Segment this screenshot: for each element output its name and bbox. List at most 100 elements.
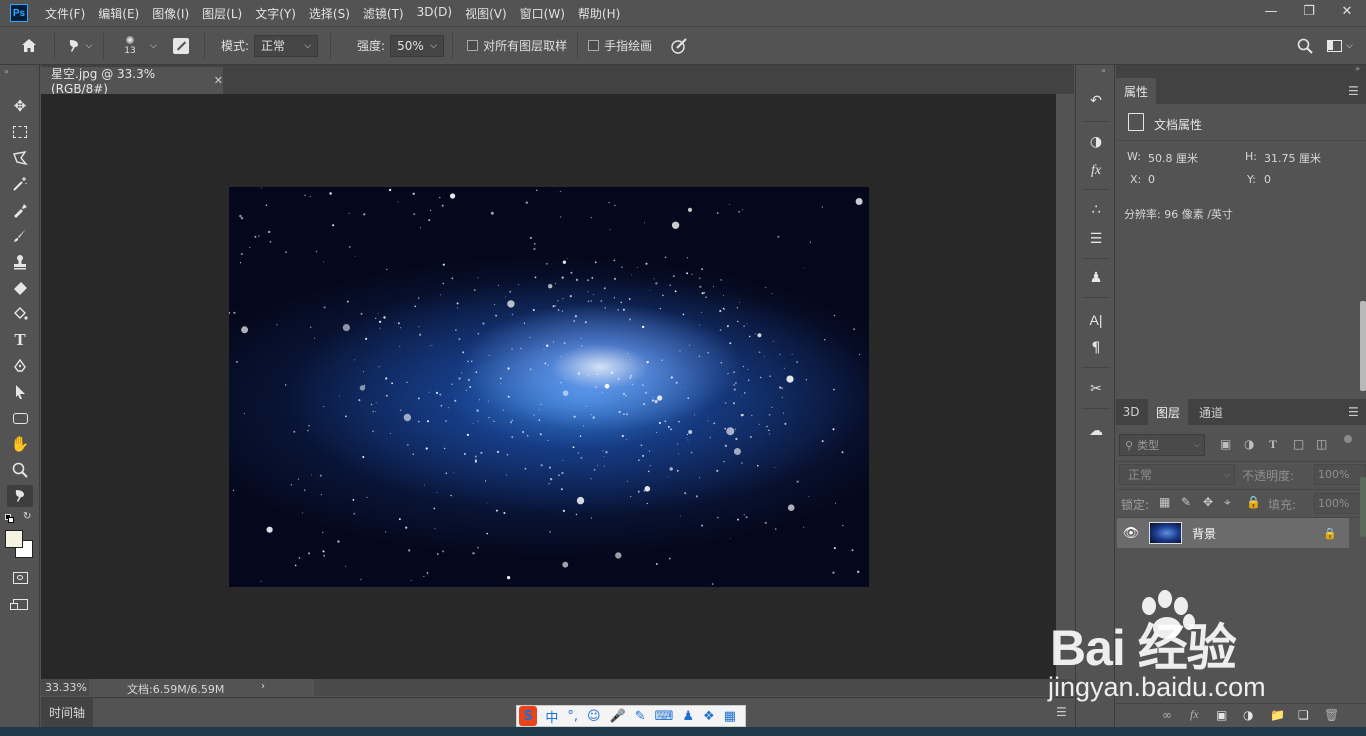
chevron-right-icon[interactable]: › <box>261 681 265 692</box>
document-tab[interactable]: 星空.jpg @ 33.3%(RGB/8#) ✕ <box>41 67 223 96</box>
collapse-icon[interactable]: « <box>1101 66 1106 75</box>
home-icon[interactable] <box>18 38 40 53</box>
tab-layers[interactable]: 图层 <box>1148 399 1188 425</box>
ime-user-icon[interactable]: ♟ <box>682 709 694 724</box>
lock-artboard-icon[interactable]: ⌖ <box>1224 495 1231 510</box>
layers-menu-icon[interactable]: ☰ <box>1348 406 1360 418</box>
filter-shape-icon[interactable]: □ <box>1293 437 1304 451</box>
libraries-icon[interactable]: ☁ <box>1086 421 1106 441</box>
lock-all-icon[interactable]: 🔒 <box>1246 495 1261 509</box>
mode-select[interactable]: 正常 ⌵ <box>254 34 319 57</box>
filter-pixel-icon[interactable]: ▣ <box>1220 437 1231 451</box>
tab-properties[interactable]: 属性 <box>1116 78 1156 104</box>
new-layer-icon[interactable]: ❏ <box>1298 708 1309 722</box>
filter-type-icon[interactable]: T <box>1269 437 1277 452</box>
magic-wand-tool-icon[interactable] <box>7 173 33 195</box>
marquee-tool-icon[interactable] <box>7 121 33 143</box>
zoom-level[interactable]: 33.33% <box>45 681 87 694</box>
eraser-tool-icon[interactable] <box>7 277 33 299</box>
menu-view[interactable]: 视图(V) <box>465 5 507 22</box>
pen-tool-icon[interactable] <box>7 355 33 377</box>
swap-colors-icon[interactable]: ↻ <box>23 511 31 522</box>
menu-select[interactable]: 选择(S) <box>309 5 350 22</box>
menu-image[interactable]: 图像(I) <box>152 5 189 22</box>
character-icon[interactable]: A| <box>1086 310 1106 330</box>
new-adjustment-layer-icon[interactable]: ◑ <box>1243 708 1253 722</box>
lock-pixels-icon[interactable]: ✎ <box>1181 495 1191 509</box>
workspace-icon[interactable]: ⌵ <box>1327 39 1353 52</box>
menu-filter[interactable]: 滤镜(T) <box>363 5 404 22</box>
finger-painting-checkbox[interactable]: 手指绘画 <box>588 37 652 54</box>
minimize-icon[interactable]: — <box>1262 2 1280 20</box>
paint-bucket-tool-icon[interactable] <box>7 303 33 325</box>
paragraph-icon[interactable]: ¶ <box>1086 338 1106 358</box>
menu-window[interactable]: 窗口(W) <box>520 5 565 22</box>
hand-tool-icon[interactable]: ✋ <box>7 433 33 455</box>
search-icon[interactable] <box>1297 38 1313 54</box>
tool-presets-icon[interactable]: ✂ <box>1086 379 1106 399</box>
eyedropper-tool-icon[interactable] <box>7 199 33 221</box>
strength-input[interactable]: 50% ⌵ <box>390 34 445 57</box>
layer-name[interactable]: 背景 <box>1192 525 1216 542</box>
menu-help[interactable]: 帮助(H) <box>578 5 620 22</box>
blend-mode-select[interactable]: 正常 ⌵ <box>1119 464 1235 485</box>
adjustments-icon[interactable]: ◑ <box>1086 132 1106 152</box>
smudge-tool-preset-icon[interactable]: ⌵ <box>61 38 97 54</box>
ime-punctuation-icon[interactable]: °, <box>567 709 578 724</box>
tab-3d[interactable]: 3D <box>1116 399 1146 425</box>
starry-sky-image[interactable] <box>229 187 869 587</box>
ime-skin-icon[interactable]: ❖ <box>703 709 715 724</box>
timeline-menu-icon[interactable]: ☰ <box>1056 706 1068 718</box>
ime-voice-icon[interactable]: 🎤 <box>610 709 626 724</box>
tab-channels[interactable]: 通道 <box>1190 399 1232 425</box>
layers-scroll-handle[interactable] <box>1360 477 1366 537</box>
collapse-panels-icon[interactable]: » <box>1355 64 1360 73</box>
visibility-eye-icon[interactable]: 👁 <box>1117 526 1145 541</box>
ime-handwriting-icon[interactable]: ✎ <box>635 709 646 724</box>
menu-layer[interactable]: 图层(L) <box>202 5 242 22</box>
delete-layer-trash-icon[interactable]: 🗑 <box>1324 708 1339 722</box>
shape-tool-icon[interactable] <box>7 407 33 429</box>
menu-type[interactable]: 文字(Y) <box>255 5 296 22</box>
brush-size-picker[interactable]: 13 <box>110 35 150 56</box>
lock-position-icon[interactable]: ✥ <box>1203 495 1213 509</box>
stamp-tool-icon[interactable] <box>7 251 33 273</box>
ime-keyboard-icon[interactable]: ⌨ <box>655 709 674 724</box>
history-icon[interactable]: ↶ <box>1086 91 1106 111</box>
add-style-fx-icon[interactable]: fx <box>1190 707 1199 722</box>
close-tab-icon[interactable]: ✕ <box>214 74 223 87</box>
quick-mask-icon[interactable] <box>7 567 33 589</box>
type-tool-icon[interactable]: T <box>7 329 33 351</box>
zoom-tool-icon[interactable] <box>7 459 33 481</box>
brush-settings-icon[interactable] <box>170 37 192 54</box>
fill-input[interactable]: 100% <box>1314 493 1366 514</box>
layer-row[interactable]: 👁 背景 🔒 <box>1117 518 1349 548</box>
opacity-input[interactable]: 100% <box>1314 464 1366 485</box>
sogou-logo-icon[interactable]: S <box>519 706 538 726</box>
menu-3d[interactable]: 3D(D) <box>417 5 452 22</box>
add-mask-icon[interactable]: ▣ <box>1216 708 1227 722</box>
brush-panel-icon[interactable]: ∴ <box>1086 200 1106 220</box>
lasso-tool-icon[interactable] <box>7 147 33 169</box>
filter-toggle-icon[interactable] <box>1344 435 1352 443</box>
properties-menu-icon[interactable]: ☰ <box>1348 85 1360 97</box>
chevron-down-icon[interactable]: ⌵ <box>430 41 437 51</box>
smudge-tool-icon[interactable] <box>7 485 33 507</box>
menu-edit[interactable]: 编辑(E) <box>98 5 139 22</box>
brush-settings-icon[interactable]: ☰ <box>1086 229 1106 249</box>
filter-smart-object-icon[interactable]: ◫ <box>1316 437 1327 451</box>
sample-all-layers-checkbox[interactable]: 对所有图层取样 <box>467 37 567 54</box>
brush-tool-icon[interactable] <box>7 225 33 247</box>
new-group-folder-icon[interactable]: 📁 <box>1270 708 1285 722</box>
move-tool-icon[interactable]: ✥ <box>7 95 33 117</box>
ime-toolbox-icon[interactable]: ▦ <box>724 709 736 724</box>
path-selection-tool-icon[interactable] <box>7 381 33 403</box>
default-colors-icon[interactable]: ↻ <box>5 511 35 524</box>
close-icon[interactable]: ✕ <box>1338 2 1356 20</box>
panel-resize-handle[interactable] <box>1360 301 1366 391</box>
link-layers-icon[interactable]: ∞ <box>1162 708 1172 722</box>
color-swatches[interactable] <box>5 530 35 560</box>
restore-icon[interactable]: ❐ <box>1300 2 1318 20</box>
screen-mode-icon[interactable] <box>7 593 33 615</box>
clone-source-icon[interactable]: ♟ <box>1086 268 1106 288</box>
